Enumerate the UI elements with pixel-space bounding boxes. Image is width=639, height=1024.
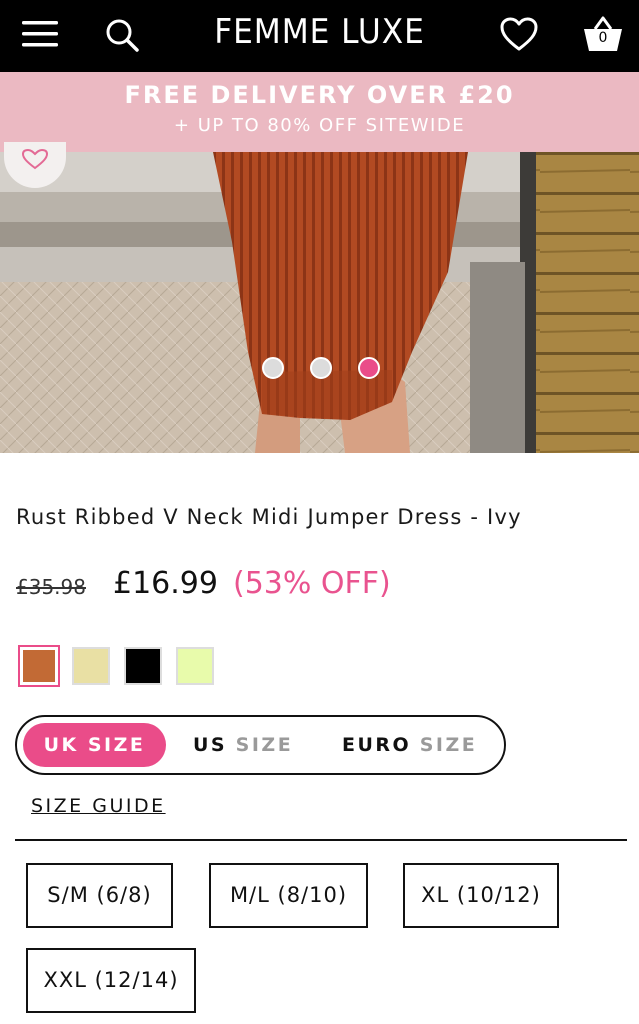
promo-subline: + UP TO 80% OFF SITEWIDE: [173, 115, 466, 136]
basket-button[interactable]: 0: [582, 14, 624, 54]
divider: [15, 839, 627, 841]
size-system-uk-rest: SIZE: [87, 734, 146, 756]
product-photo: [0, 152, 639, 453]
carousel-dot-2[interactable]: [310, 357, 332, 379]
size-system-uk[interactable]: UK SIZE: [23, 723, 166, 767]
discount-badge: (53% OFF): [233, 566, 391, 601]
carousel-dot-3[interactable]: [358, 357, 380, 379]
size-system-us-rest: SIZE: [235, 734, 294, 756]
promo-headline: FREE DELIVERY OVER £20: [124, 81, 515, 109]
carousel-dot-1[interactable]: [262, 357, 284, 379]
size-system-euro[interactable]: EURO SIZE: [342, 723, 477, 767]
product-image[interactable]: [0, 152, 639, 453]
size-option-xl[interactable]: XL (10/12): [403, 863, 559, 928]
color-swatch-rust[interactable]: [18, 645, 60, 687]
product-title: Rust Ribbed V Neck Midi Jumper Dress - I…: [16, 505, 522, 529]
size-system-euro-bold: EURO: [342, 734, 412, 756]
color-swatch-black[interactable]: [124, 647, 162, 685]
size-system-us[interactable]: US SIZE: [193, 723, 293, 767]
color-swatch-cream[interactable]: [72, 647, 110, 685]
top-header: FEMME LUXE 0: [0, 0, 639, 72]
size-system-euro-rest: SIZE: [419, 734, 478, 756]
size-guide-link[interactable]: SIZE GUIDE: [31, 795, 166, 817]
color-swatch-lime[interactable]: [176, 647, 214, 685]
size-option-sm[interactable]: S/M (6/8): [26, 863, 173, 928]
old-price: £35.98: [16, 575, 86, 599]
current-price: £16.99: [113, 566, 218, 601]
heart-icon[interactable]: [499, 16, 539, 52]
size-option-ml[interactable]: M/L (8/10): [209, 863, 368, 928]
size-system-uk-bold: UK: [43, 734, 79, 756]
size-option-xxl[interactable]: XXL (12/14): [26, 948, 196, 1013]
promo-banner[interactable]: FREE DELIVERY OVER £20 + UP TO 80% OFF S…: [0, 72, 639, 152]
size-system-us-bold: US: [193, 734, 228, 756]
basket-count: 0: [598, 30, 608, 46]
size-system-toggle: UK SIZE US SIZE EURO SIZE: [15, 715, 506, 775]
